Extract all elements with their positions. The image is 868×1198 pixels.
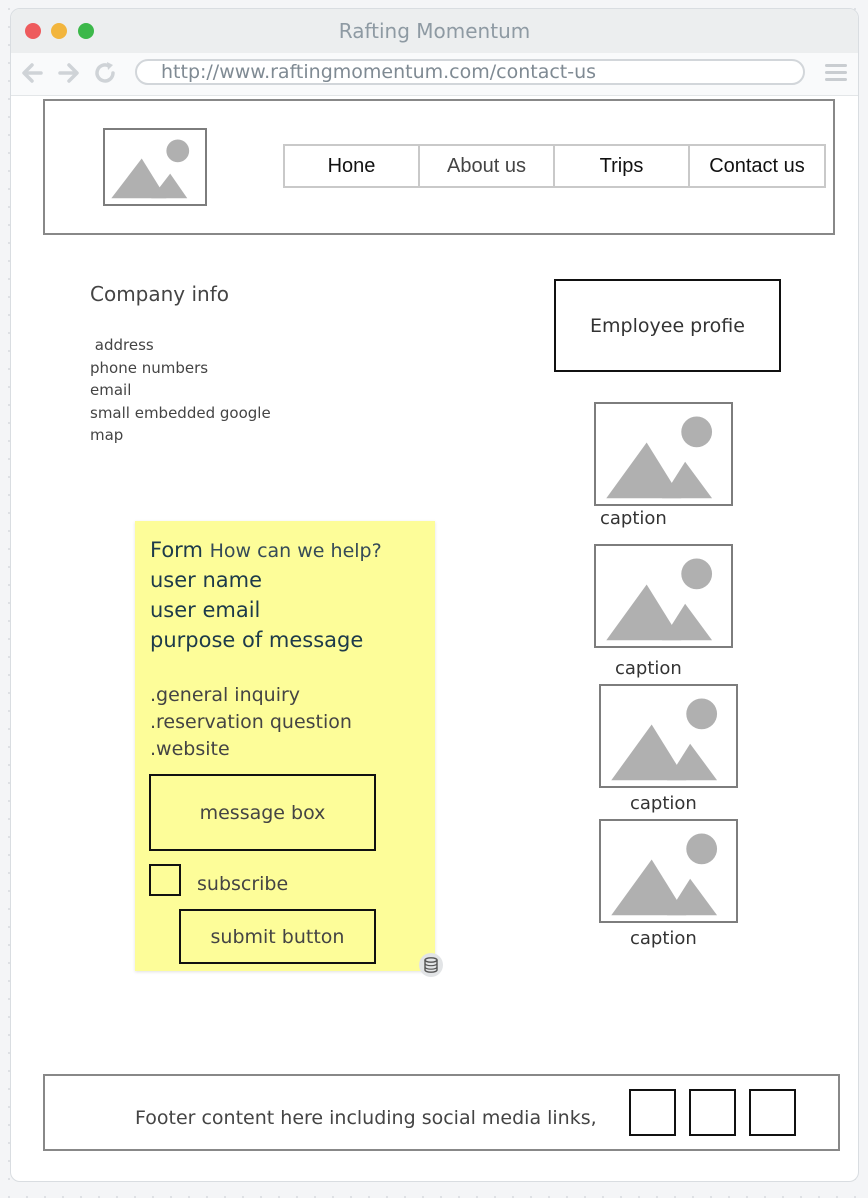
user-name-field[interactable]: user name (150, 568, 262, 592)
employee-photo-1-icon (594, 402, 733, 506)
caption-2: caption (615, 658, 682, 679)
footer-text: Footer content here including social med… (135, 1107, 597, 1129)
submit-button[interactable]: submit button (179, 909, 376, 964)
caption-3: caption (630, 793, 697, 814)
nav-home[interactable]: Hone (283, 144, 420, 188)
company-map-line1: small embedded google (90, 404, 271, 422)
form-subtitle: How can we help? (209, 540, 382, 562)
user-email-field[interactable]: user email (150, 598, 260, 622)
subscribe-checkbox[interactable] (149, 864, 181, 896)
company-info-title: Company info (90, 282, 230, 306)
window-title: Rafting Momentum (338, 19, 531, 43)
option-website[interactable]: .website (150, 738, 230, 760)
employee-photo-4-icon (599, 819, 738, 923)
employee-photo-3-icon (599, 684, 738, 788)
company-email: email (90, 381, 132, 399)
social-link-2[interactable] (689, 1089, 736, 1136)
social-link-3[interactable] (749, 1089, 796, 1136)
caption-4: caption (630, 928, 697, 949)
option-general-inquiry[interactable]: .general inquiry (150, 684, 300, 706)
employee-profile-box: Employee profie (554, 279, 781, 372)
forward-arrow-icon[interactable] (54, 59, 82, 87)
browser-window: Rafting Momentum http://www.raftingmomen… (10, 8, 859, 1182)
option-reservation-question[interactable]: .reservation question (150, 711, 352, 733)
reload-icon[interactable] (91, 59, 119, 87)
title-bar: Rafting Momentum (11, 9, 858, 53)
url-bar[interactable]: http://www.raftingmomentum.com/contact-u… (135, 59, 805, 85)
purpose-field[interactable]: purpose of message (150, 628, 363, 652)
main-navigation: Hone About us Trips Contact us (283, 144, 826, 188)
company-address: address (90, 336, 154, 354)
caption-1: caption (600, 508, 667, 529)
database-icon[interactable] (418, 952, 444, 978)
company-map-line2: map (90, 426, 124, 444)
nav-contact-us[interactable]: Contact us (688, 144, 826, 188)
subscribe-label: subscribe (197, 873, 289, 895)
message-box[interactable]: message box (149, 774, 376, 851)
form-heading: Form How can we help? (150, 538, 382, 562)
nav-about-us[interactable]: About us (418, 144, 555, 188)
social-link-1[interactable] (629, 1089, 676, 1136)
logo-image-icon (103, 128, 207, 206)
nav-trips[interactable]: Trips (553, 144, 690, 188)
menu-icon[interactable] (825, 63, 847, 83)
company-phone: phone numbers (90, 359, 209, 377)
employee-photo-2-icon (594, 544, 733, 648)
form-title: Form (150, 538, 203, 562)
back-arrow-icon[interactable] (19, 59, 47, 87)
